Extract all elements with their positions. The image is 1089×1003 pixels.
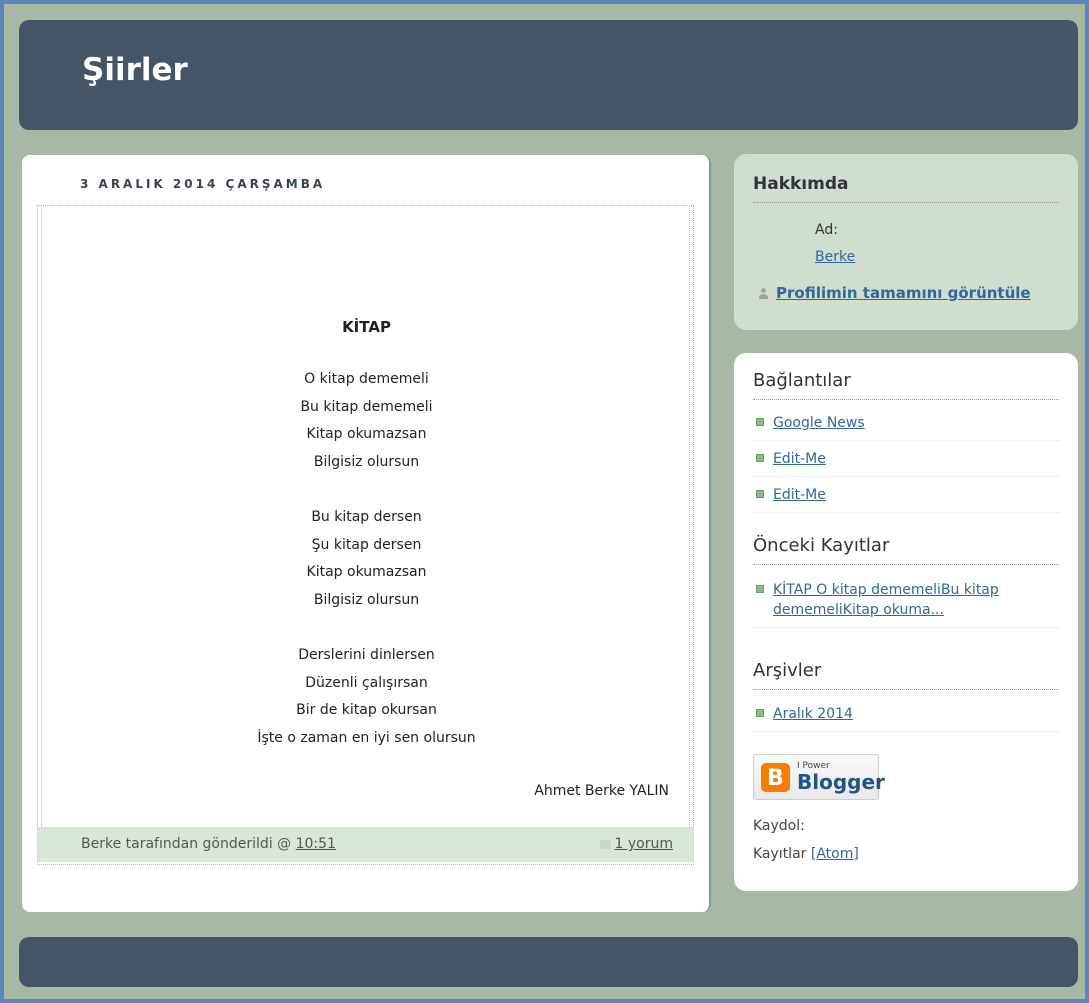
poem-stanza: Bu kitap dersen Şu kitap dersen Kitap ok… (42, 504, 691, 614)
feed-label: Kayıtlar (753, 846, 807, 862)
links-box: Bağlantılar Google News Edit-Me Edit-Me … (734, 353, 1078, 891)
poem-line: Bu kitap dememeli (300, 398, 433, 415)
poem-line: Düzenli çalışırsan (305, 674, 428, 691)
poem-line: Bu kitap dersen (311, 509, 422, 525)
profile-row: Profilimin tamamını görüntüle (758, 284, 1031, 302)
post: KİTAP O kitap dememeli Bu kitap dememeli… (37, 205, 694, 865)
post-time-link[interactable]: 10:51 (296, 836, 336, 852)
post-date: 3 ARALIK 2014 ÇARŞAMBA (80, 177, 326, 191)
link-edit-me[interactable]: Edit-Me (773, 451, 826, 467)
about-name-label: Ad: (815, 222, 838, 238)
blogger-badge[interactable]: B I Power Blogger (753, 754, 885, 800)
poem-line: İşte o zaman en iyi sen olursun (257, 729, 476, 746)
archives-list: Aralık 2014 (753, 696, 1059, 732)
list-item: Edit-Me (753, 441, 1059, 477)
previous-posts-heading: Önceki Kayıtlar (753, 535, 1059, 565)
post-body: KİTAP O kitap dememeli Bu kitap dememeli… (41, 206, 690, 827)
poem-line: Bilgisiz olursun (313, 591, 420, 608)
comments: 1 yorum (599, 836, 673, 852)
bullet-icon (756, 490, 764, 498)
post-title: KİTAP (342, 318, 391, 336)
list-item: Google News (753, 405, 1059, 441)
link-google-news[interactable]: Google News (773, 415, 865, 431)
bullet-icon (756, 585, 764, 593)
person-icon (758, 288, 768, 299)
list-item: Aralık 2014 (753, 696, 1059, 732)
badge-big-text: Blogger (797, 770, 885, 794)
poem-line: Bilgisiz olursun (313, 453, 420, 470)
feed-row: Kayıtlar [Atom] (753, 846, 859, 862)
previous-post-link[interactable]: KİTAP O kitap dememeliBu kitap dememeliK… (773, 582, 999, 618)
poem-line: O kitap dememeli (304, 371, 429, 387)
poem-line: Şu kitap dersen (311, 536, 422, 553)
link-edit-me[interactable]: Edit-Me (773, 487, 826, 503)
bullet-icon (756, 418, 764, 426)
links-list: Google News Edit-Me Edit-Me (753, 405, 1059, 513)
links-heading: Bağlantılar (753, 370, 1059, 400)
poem-line: Kitap okumazsan (306, 564, 427, 580)
comments-link[interactable]: 1 yorum (615, 836, 673, 852)
blogger-logo-icon: B (761, 763, 790, 792)
blog-title[interactable]: Şiirler (82, 52, 188, 88)
poem-line: Kitap okumazsan (306, 426, 427, 442)
list-item: Edit-Me (753, 477, 1059, 513)
poem-line: Derslerini dinlersen (298, 647, 435, 663)
previous-posts-list: KİTAP O kitap dememeliBu kitap dememeliK… (753, 572, 1059, 628)
about-name-link[interactable]: Berke (815, 249, 855, 265)
bullet-icon (756, 709, 764, 717)
poem-author: Ahmet Berke YALIN (534, 783, 669, 799)
subscribe-label: Kaydol: (753, 818, 805, 834)
blog-header: Şiirler (19, 20, 1078, 130)
bullet-icon (756, 454, 764, 462)
posted-by-text: Berke tarafından gönderildi @ (81, 836, 292, 852)
list-item: KİTAP O kitap dememeliBu kitap dememeliK… (753, 572, 1059, 628)
post-byline: Berke tarafından gönderildi @ 10:51 (81, 836, 336, 852)
about-box: Hakkımda Ad: Berke Profilimin tamamını g… (734, 154, 1078, 330)
archive-link[interactable]: Aralık 2014 (773, 706, 853, 722)
archives-heading: Arşivler (753, 660, 1059, 690)
comment-icon (599, 839, 611, 849)
blog-footer (19, 937, 1078, 987)
poem-stanza: Derslerini dinlersen Düzenli çalışırsan … (42, 642, 691, 752)
atom-feed-link[interactable]: [Atom] (811, 846, 859, 862)
poem-line: Bir de kitap okursan (296, 702, 437, 718)
post-footer: Berke tarafından gönderildi @ 10:51 1 yo… (38, 827, 693, 862)
poem-stanza: O kitap dememeli Bu kitap dememeli Kitap… (42, 366, 691, 476)
main-column: 3 ARALIK 2014 ÇARŞAMBA KİTAP O kitap dem… (22, 155, 711, 912)
about-heading: Hakkımda (753, 174, 1059, 203)
profile-link[interactable]: Profilimin tamamını görüntüle (776, 284, 1031, 302)
